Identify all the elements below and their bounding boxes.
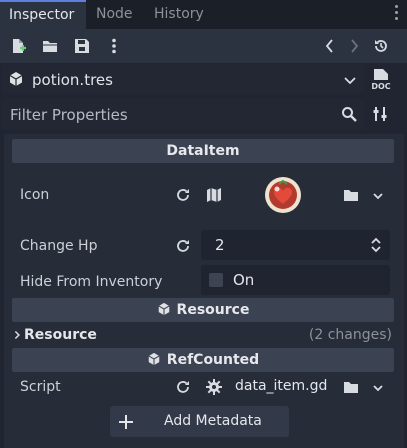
- new-resource-icon[interactable]: [10, 38, 26, 54]
- section-refcounted: RefCounted: [12, 348, 394, 372]
- prop-script-label: Script: [20, 379, 61, 395]
- resource-group-row[interactable]: Resource (2 changes): [12, 324, 394, 348]
- texture-type-icon: [207, 188, 221, 202]
- add-metadata-button[interactable]: Add Metadata: [110, 406, 289, 437]
- property-panel: DataItem Icon Change Hp 2 Hide From Inve…: [4, 134, 404, 448]
- svg-text:DOC: DOC: [371, 82, 390, 91]
- chevron-down-icon[interactable]: [342, 72, 358, 88]
- doc-help-icon[interactable]: DOC: [370, 67, 392, 91]
- resource-group-label: Resource: [24, 327, 97, 343]
- inspector-toolbar: [0, 29, 407, 63]
- tab-node[interactable]: Node: [96, 0, 136, 29]
- save-icon[interactable]: [74, 38, 90, 54]
- resource-changes-count: (2 changes): [308, 327, 392, 343]
- dock-menu-icon[interactable]: [393, 5, 399, 23]
- resource-name: potion.tres: [32, 71, 113, 89]
- icon-preview[interactable]: [241, 173, 327, 217]
- change-hp-value: 2: [215, 236, 225, 254]
- history-back-icon[interactable]: [322, 38, 338, 54]
- tab-history[interactable]: History: [154, 0, 210, 29]
- prop-hide-label: Hide From Inventory: [20, 274, 163, 290]
- load-folder-icon[interactable]: [343, 187, 359, 203]
- history-forward-icon[interactable]: [346, 38, 362, 54]
- script-gear-icon: [206, 379, 222, 395]
- load-folder-icon[interactable]: [343, 379, 359, 395]
- property-settings-icon[interactable]: [372, 106, 388, 122]
- revert-icon[interactable]: [175, 187, 191, 203]
- potion-icon: [265, 177, 301, 213]
- add-metadata-label: Add Metadata: [164, 413, 262, 429]
- script-value[interactable]: data_item.gd: [235, 378, 327, 394]
- hide-value: On: [233, 271, 255, 289]
- open-folder-icon[interactable]: [42, 38, 58, 54]
- search-icon: [342, 107, 357, 122]
- dock-tabs: Inspector Node History: [0, 0, 407, 29]
- refcounted-cube-icon: [148, 352, 160, 366]
- section-resource: Resource: [12, 298, 394, 322]
- section-dataitem: DataItem: [12, 139, 394, 163]
- checkbox[interactable]: [209, 273, 223, 287]
- more-options-icon[interactable]: [106, 38, 122, 54]
- prop-change-hp-label: Change Hp: [20, 238, 98, 254]
- object-history-icon[interactable]: [373, 38, 389, 54]
- prop-icon-label: Icon: [20, 187, 50, 203]
- script-menu-chevron-icon[interactable]: [370, 380, 386, 396]
- resource-cube-icon: [158, 302, 170, 316]
- resource-cube-icon: [9, 72, 23, 86]
- chevron-right-icon[interactable]: [12, 328, 24, 342]
- filter-placeholder: Filter Properties: [10, 106, 128, 124]
- tab-inspector[interactable]: Inspector: [0, 0, 86, 29]
- resource-selector[interactable]: potion.tres: [2, 64, 364, 94]
- spin-arrows-icon[interactable]: [368, 237, 384, 253]
- hide-checkbox-field[interactable]: On: [201, 265, 390, 295]
- revert-icon[interactable]: [175, 238, 191, 254]
- filter-properties-input[interactable]: Filter Properties: [2, 99, 364, 130]
- change-hp-spinbox[interactable]: 2: [201, 230, 390, 260]
- revert-icon[interactable]: [175, 379, 191, 395]
- icon-menu-chevron-icon[interactable]: [370, 188, 386, 204]
- add-icon: [119, 415, 133, 429]
